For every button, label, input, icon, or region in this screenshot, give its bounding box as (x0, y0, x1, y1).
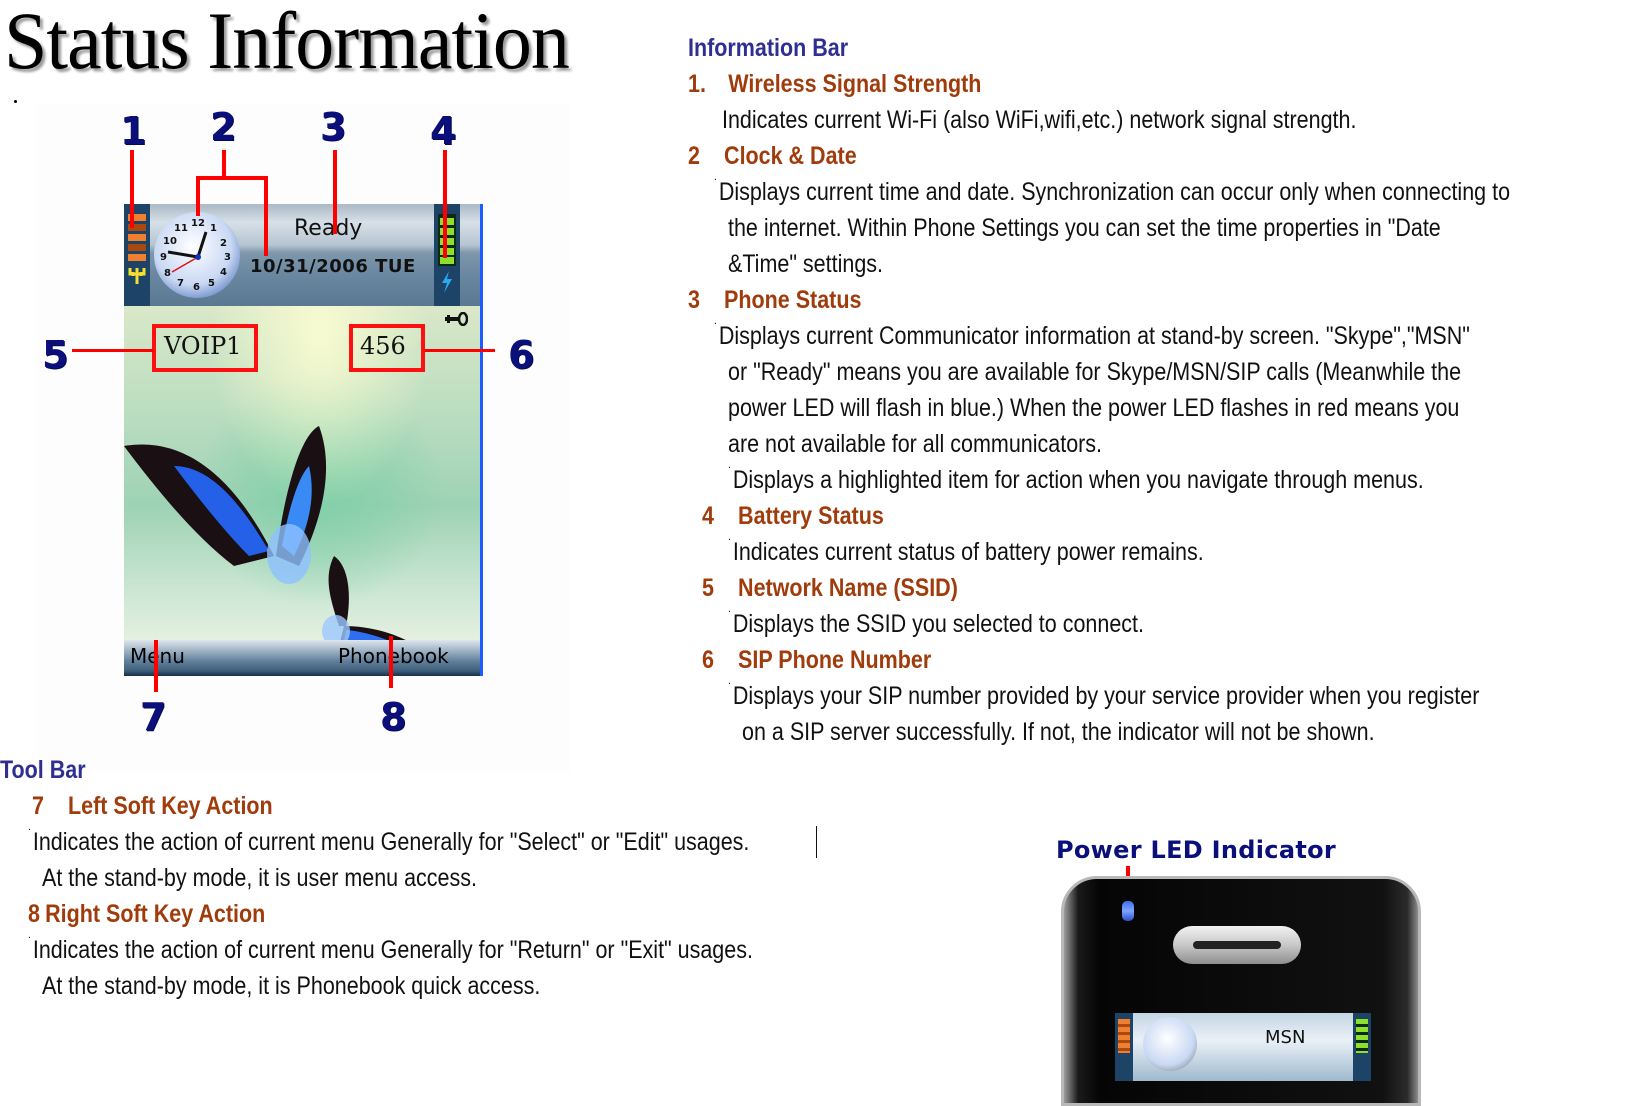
item-6-desc-line: ˙Displays your SIP number provided by yo… (728, 680, 1480, 710)
callout-number-6: 6 (508, 333, 535, 377)
mini-clock-icon (1143, 1017, 1197, 1071)
callout-number-4: 4 (430, 109, 457, 153)
item-3-desc-line: power LED will flash in blue.) When the … (728, 394, 1460, 422)
analog-clock-icon: 12 1 2 3 4 5 6 7 8 9 10 11 (154, 212, 240, 298)
battery-cell (434, 204, 460, 306)
network-name-text: VOIP1 (164, 332, 242, 360)
item-2-heading: 2 Clock & Date (688, 142, 857, 170)
callout-number-2: 2 (210, 105, 237, 149)
phone-status-text: Ready (294, 216, 363, 241)
earpiece-slot (1193, 941, 1281, 949)
callout-line-5 (72, 349, 154, 352)
callout-number-5: 5 (42, 333, 69, 377)
page-title: Status Information (4, 0, 570, 86)
callout-line-1 (130, 150, 134, 228)
item-8-desc-line: ˙Indicates the action of current menu Ge… (28, 934, 753, 964)
right-soft-key[interactable]: Phonebook (338, 644, 449, 668)
item-5-desc-line: ˙Displays the SSID you selected to conne… (728, 608, 1144, 638)
item-3-heading: 3 Phone Status (688, 286, 862, 314)
item-2-desc-line: &Time" settings. (728, 250, 884, 278)
item-6-heading: 6 SIP Phone Number (702, 646, 932, 674)
item-6-desc-line: on a SIP server successfully. If not, th… (742, 718, 1375, 746)
item-4-desc-line: ˙Indicates current status of battery pow… (728, 536, 1204, 566)
item-3-desc-line: are not available for all communicators. (728, 430, 1103, 458)
item-1-heading: 1. Wireless Signal Strength (688, 70, 982, 98)
callout-number-7: 7 (140, 695, 167, 739)
soft-key-bar: Menu Phonebook (124, 640, 480, 676)
item-7-desc-line: At the stand-by mode, it is user menu ac… (42, 864, 477, 892)
item-3-desc-line: ˙Displays a highlighted item for action … (728, 464, 1424, 494)
item-3-desc-line: or "Ready" means you are available for S… (728, 358, 1462, 386)
stray-dot (14, 100, 17, 103)
phone-screen: 12 1 2 3 4 5 6 7 8 9 10 11 Ready 10/31/2… (124, 204, 483, 676)
date-text: 10/31/2006 TUE (250, 256, 416, 277)
lightning-bolt-icon (442, 271, 452, 293)
mini-status-text: MSN (1265, 1027, 1306, 1048)
information-bar-heading: Information Bar (688, 34, 849, 62)
mini-signal-icon (1115, 1013, 1133, 1081)
sip-number-text: 456 (360, 332, 406, 360)
antenna-icon (128, 268, 146, 284)
item-2-desc-line: the internet. Within Phone Settings you … (728, 214, 1441, 242)
callout-line-7 (154, 640, 158, 692)
item-1-desc-line: Indicates current Wi-Fi (also WiFi,wifi,… (722, 106, 1357, 134)
item-3-desc-line: ˙Displays current Communicator informati… (714, 320, 1470, 350)
tool-bar-heading: Tool Bar (0, 756, 86, 784)
item-4-heading: 4 Battery Status (702, 502, 884, 530)
key-icon (445, 312, 468, 326)
callout-line-2-bracket (196, 176, 268, 180)
item-5-heading: 5 Network Name (SSID) (702, 574, 958, 602)
callout-line-4 (443, 150, 447, 258)
callout-number-3: 3 (320, 105, 347, 149)
item-7-heading: 7 Left Soft Key Action (32, 792, 273, 820)
power-led-icon (1122, 901, 1134, 921)
callout-line-8 (389, 636, 393, 688)
status-bar: 12 1 2 3 4 5 6 7 8 9 10 11 Ready 10/31/2… (124, 204, 480, 306)
callout-number-1: 1 (120, 109, 147, 153)
item-2-desc-line: ˙Displays current time and date. Synchro… (714, 176, 1511, 206)
item-7-desc-line: ˙Indicates the action of current menu Ge… (28, 826, 750, 856)
callout-line-3 (333, 150, 337, 234)
callout-line-2-right (264, 176, 268, 256)
callout-line-2 (222, 150, 226, 178)
phone-mini-screen: MSN (1115, 1013, 1371, 1081)
callout-number-8: 8 (380, 695, 407, 739)
item-8-desc-line: At the stand-by mode, it is Phonebook qu… (42, 972, 541, 1000)
item-8-heading: 8 Right Soft Key Action (28, 900, 266, 928)
mini-battery-icon (1353, 1013, 1371, 1081)
callout-line-6 (425, 349, 495, 352)
text-cursor (816, 826, 817, 858)
power-led-title: Power LED Indicator (1056, 836, 1337, 864)
signal-cell (124, 204, 150, 306)
callout-line-2-left (196, 176, 200, 216)
